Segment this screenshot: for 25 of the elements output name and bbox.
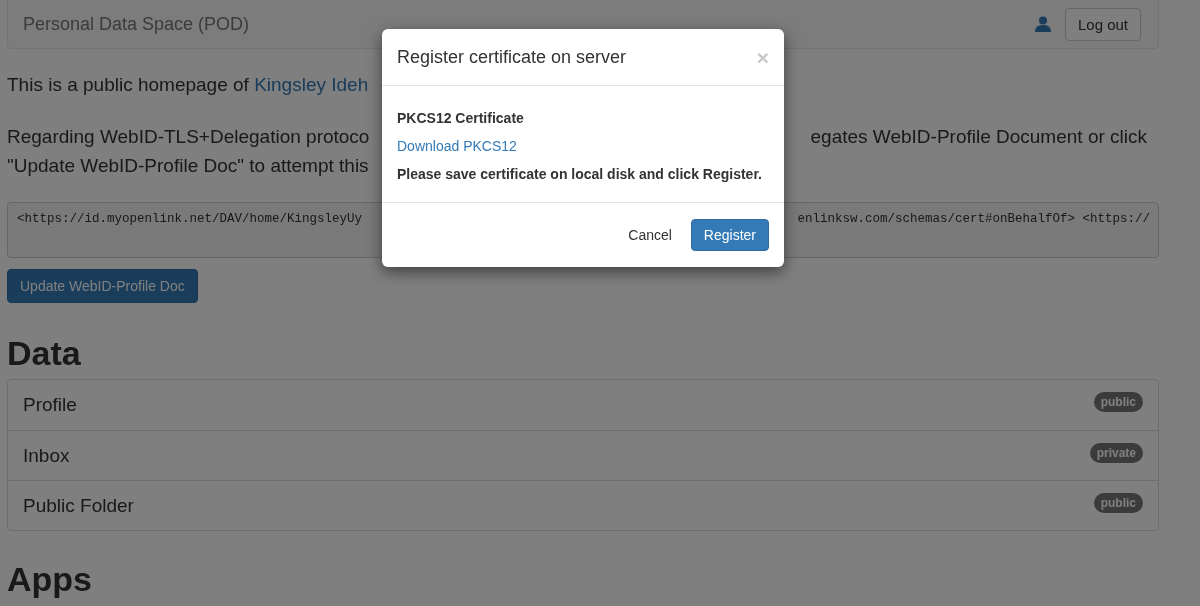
delegation-text: Regarding WebID-TLS+Delegation protoco: [7, 125, 370, 148]
code-text: <https://id.myopenlink.net/DAV/home/KingsleyUy: [17, 212, 363, 226]
profile-link[interactable]: Kingsley Ideh: [254, 74, 369, 95]
code-text: enlinksw.com/schemas/cert#onBehalfOf> <https://: [797, 212, 1150, 226]
data-list-item[interactable]: Inbox private: [8, 430, 1158, 480]
register-button[interactable]: Register: [690, 219, 769, 251]
cancel-button[interactable]: Cancel: [615, 219, 685, 251]
access-badge: public: [1093, 493, 1143, 513]
brand-title: Personal Data Space (POD): [23, 12, 250, 35]
access-badge: private: [1089, 443, 1143, 463]
user-icon: [1034, 16, 1051, 32]
data-list-item[interactable]: Public Folder public: [8, 480, 1158, 530]
delegation-text: "Update WebID-Profile Doc" to attempt this: [7, 154, 369, 177]
instruction-text: Please save certificate on local disk and click Register.: [397, 166, 762, 182]
intro-text: This is a public homepage of Kingsley Ideh: [7, 74, 370, 96]
logout-button[interactable]: Log out: [1064, 7, 1141, 41]
certificate-label: PKCS12 Certificate: [397, 110, 524, 126]
update-profile-button[interactable]: Update WebID-Profile Doc: [7, 269, 198, 303]
section-heading: Apps: [7, 561, 93, 597]
modal-title: Register certificate on server: [397, 46, 627, 68]
delegation-text: egates WebID-Profile Document or click: [810, 125, 1147, 148]
access-badge: public: [1093, 392, 1143, 412]
download-link[interactable]: Download PKCS12: [397, 138, 517, 154]
section-heading: Data: [7, 333, 82, 373]
data-list-item[interactable]: Profile public: [8, 380, 1158, 430]
